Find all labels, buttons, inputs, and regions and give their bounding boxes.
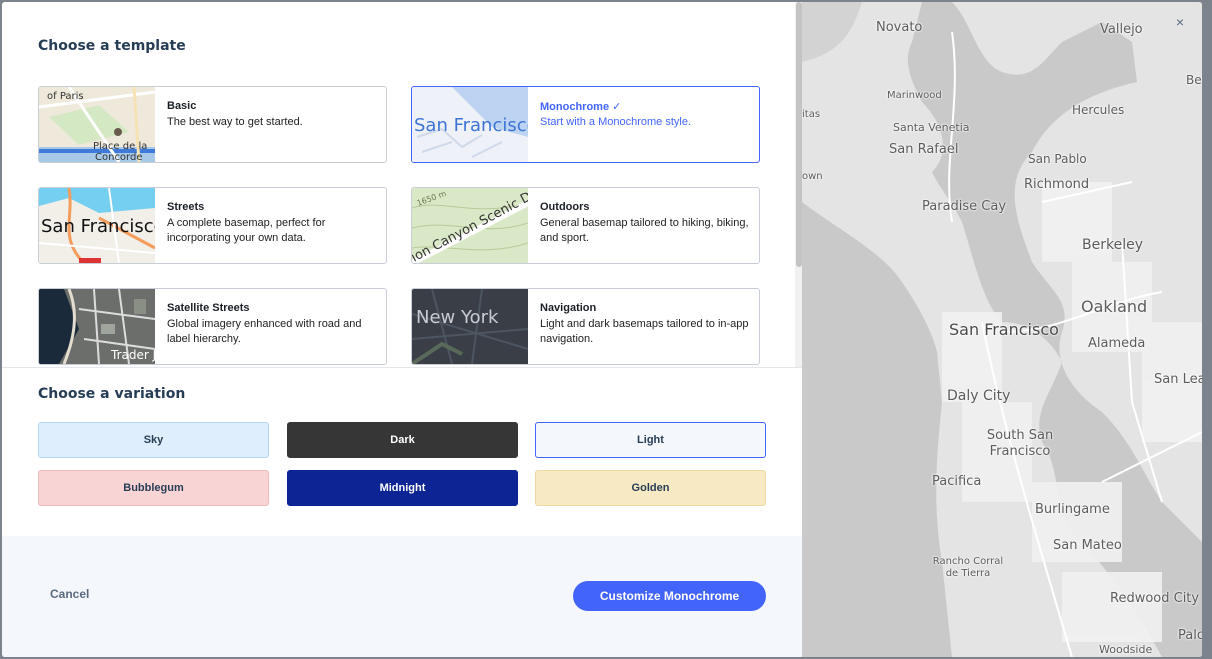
template-title: Satellite Streets — [167, 302, 250, 314]
basic-thumb-label: of Paris — [47, 91, 84, 102]
template-card-satellite-streets[interactable]: Trader J Satellite Streets Global imager… — [38, 288, 387, 365]
map-label: itas — [802, 109, 821, 120]
satellite-thumbnail: Trader J — [39, 289, 155, 364]
map-label: Paradise Cay — [922, 199, 1007, 214]
map-preview[interactable]: Novato Vallejo Beni Marinwood Hercules i… — [802, 2, 1202, 657]
svg-text:Place de la: Place de la — [93, 141, 147, 152]
close-icon[interactable]: × — [1172, 14, 1188, 30]
map-label: Oakland — [1081, 297, 1148, 316]
section-divider — [2, 367, 802, 368]
map-label: San Francisco — [949, 320, 1059, 339]
template-heading: Choose a template — [38, 38, 186, 54]
template-description: Start with a Monochrome style. — [540, 116, 692, 128]
dialog-footer: Cancel Customize Monochrome — [2, 536, 802, 657]
variation-light[interactable]: Light — [535, 422, 766, 458]
template-card-basic[interactable]: of Paris Place de la Concorde Basic The … — [38, 86, 387, 163]
template-title: Streets — [167, 201, 205, 213]
navigation-thumbnail: New York — [412, 289, 528, 364]
template-description: Light and dark basemaps tailored to in-a… — [540, 318, 749, 345]
map-label: Rancho Corral de Tierra — [932, 556, 1004, 579]
map-label: Novato — [876, 20, 923, 35]
basic-thumbnail: of Paris Place de la Concorde — [39, 87, 155, 162]
template-description: The best way to get started. — [167, 116, 303, 128]
template-description: Global imagery enhanced with road and la… — [167, 318, 362, 345]
template-card-streets[interactable]: San Francisco Streets A complete basemap… — [38, 187, 387, 264]
map-label: Burlingame — [1035, 502, 1110, 517]
map-label: own — [802, 171, 823, 182]
map-label: Redwood City — [1110, 591, 1200, 606]
template-title: Outdoors — [540, 201, 590, 213]
template-title: Navigation — [540, 302, 597, 314]
streets-thumb-label: San Francisco — [41, 216, 155, 237]
template-title: Monochrome ✓ — [540, 101, 622, 113]
map-label: Berkeley — [1082, 237, 1143, 253]
satellite-thumb-label: Trader J — [110, 348, 155, 362]
customize-button[interactable]: Customize Monochrome — [573, 581, 766, 611]
streets-thumbnail: San Francisco — [39, 188, 155, 263]
monochrome-thumb-label: San Francisco — [414, 115, 528, 136]
map-label: Marinwood — [887, 90, 942, 101]
map-label: Pacifica — [932, 474, 982, 489]
map-label: San Lea — [1154, 372, 1202, 387]
cancel-button[interactable]: Cancel — [50, 587, 89, 601]
variation-golden[interactable]: Golden — [535, 470, 766, 506]
map-label: Richmond — [1024, 177, 1090, 192]
template-description: A complete basemap, perfect for incorpor… — [167, 217, 326, 244]
template-scroll-area[interactable]: Choose a template of Paris Place de la C… — [2, 2, 802, 367]
template-card-monochrome[interactable]: San Francisco Monochrome ✓ Start with a … — [411, 86, 760, 163]
map-label: Beni — [1186, 73, 1202, 87]
monochrome-thumbnail: San Francisco — [412, 87, 528, 162]
map-label: Santa Venetia — [893, 121, 970, 134]
template-description: General basemap tailored to hiking, biki… — [540, 217, 749, 244]
template-scrollbar[interactable] — [795, 2, 802, 367]
map-label: Woodside — [1099, 643, 1153, 656]
dialog-left-panel: Choose a template of Paris Place de la C… — [2, 2, 802, 657]
svg-text:Concorde: Concorde — [95, 152, 143, 162]
map-label: Daly City — [947, 388, 1011, 404]
map-label: Palo A — [1178, 628, 1202, 643]
map-label: Hercules — [1072, 103, 1125, 117]
variation-dark[interactable]: Dark — [287, 422, 518, 458]
template-dialog: Choose a template of Paris Place de la C… — [2, 2, 1202, 657]
template-card-outdoors[interactable]: ion Canyon Scenic Dr 1650 m Outdoors Gen… — [411, 187, 760, 264]
map-label: Vallejo — [1100, 22, 1143, 37]
variation-heading: Choose a variation — [38, 386, 186, 402]
outdoors-thumbnail: ion Canyon Scenic Dr 1650 m — [412, 188, 528, 263]
variation-midnight[interactable]: Midnight — [287, 470, 518, 506]
variation-bubblegum[interactable]: Bubblegum — [38, 470, 269, 506]
map-label: South San Francisco — [986, 428, 1054, 459]
variation-sky[interactable]: Sky — [38, 422, 269, 458]
map-label: San Pablo — [1028, 152, 1087, 166]
map-label: San Mateo — [1053, 538, 1122, 553]
checkmark-icon: ✓ — [612, 101, 622, 113]
template-card-navigation[interactable]: New York Navigation Light and dark basem… — [411, 288, 760, 365]
map-label: Alameda — [1088, 336, 1146, 351]
map-label: San Rafael — [889, 142, 959, 157]
template-title: Basic — [167, 100, 197, 112]
navigation-thumb-label: New York — [416, 307, 499, 328]
